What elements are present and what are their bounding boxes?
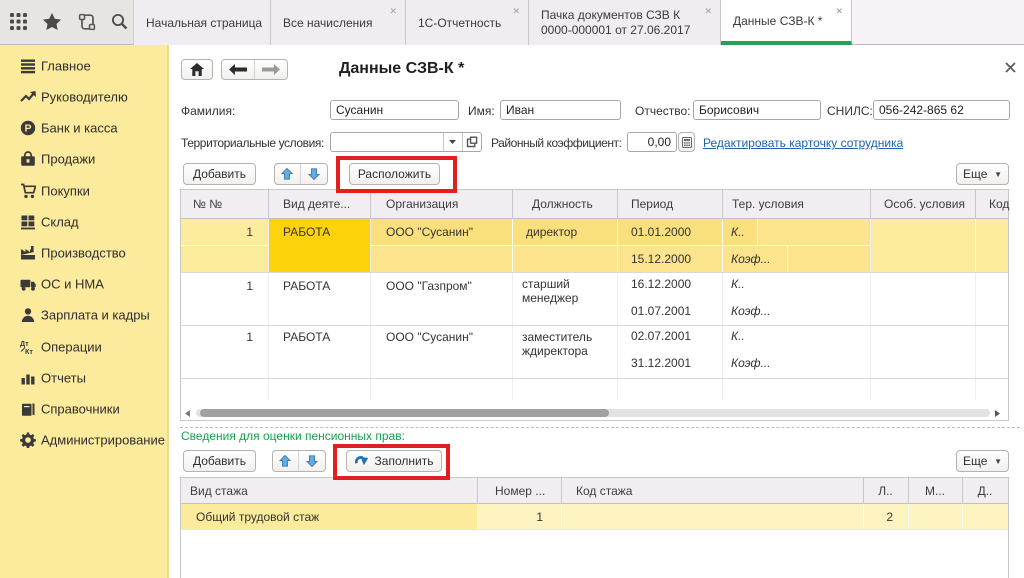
svg-text:P: P bbox=[24, 123, 31, 135]
svg-text:Кт: Кт bbox=[25, 347, 33, 355]
